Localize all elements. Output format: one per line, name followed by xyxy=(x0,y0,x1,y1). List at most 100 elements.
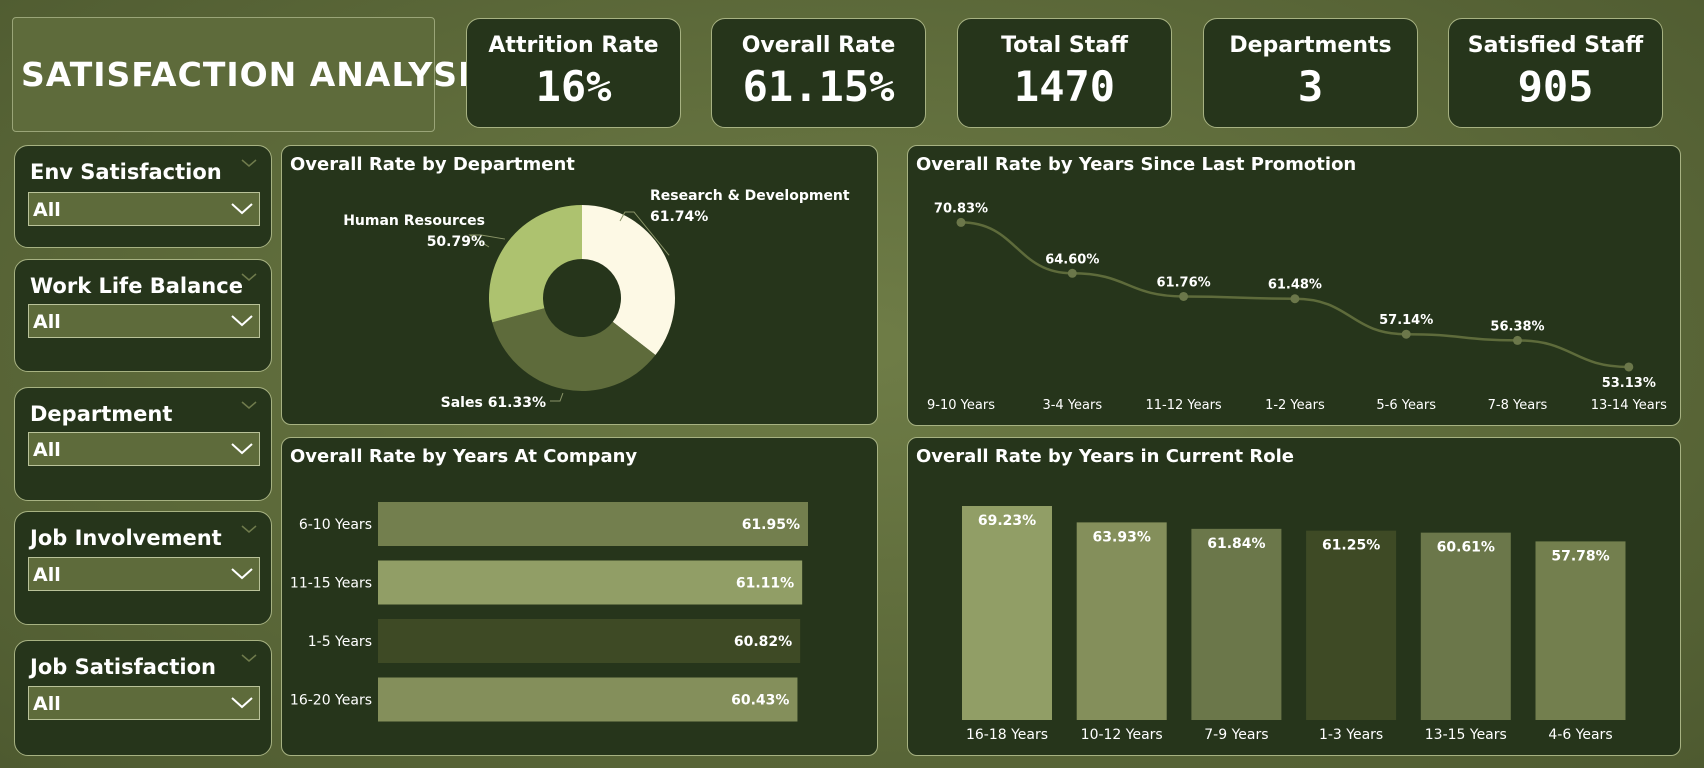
donut-value-label: 50.79% xyxy=(427,234,485,250)
slicer-job-involvement: Job Involvement All xyxy=(14,511,272,625)
hbar-data-label: 60.82% xyxy=(734,634,792,650)
line-point[interactable] xyxy=(1290,294,1300,304)
vbar[interactable] xyxy=(1306,530,1397,720)
chevron-down-icon[interactable] xyxy=(241,524,257,534)
leader-line xyxy=(550,392,564,402)
slicer-selected-value: All xyxy=(33,199,61,221)
slicer-dropdown[interactable]: All xyxy=(28,304,260,338)
line-data-label: 61.48% xyxy=(1268,278,1322,293)
kpi-card-attrition-rate: Attrition Rate 16% xyxy=(466,18,681,128)
dashboard-title: SATISFACTION ANALYSIS xyxy=(21,55,497,94)
line-data-label: 70.83% xyxy=(934,201,988,216)
slicer-selected-value: All xyxy=(33,439,61,461)
y-tick-label: 6-10 Years xyxy=(299,517,372,533)
vbar[interactable] xyxy=(962,506,1052,720)
chevron-down-icon[interactable] xyxy=(241,400,257,410)
donut-value-label: 61.74% xyxy=(650,209,708,225)
vbar-data-label: 63.93% xyxy=(1093,529,1151,545)
x-tick-label: 13-15 Years xyxy=(1425,727,1507,743)
vbar-data-label: 69.23% xyxy=(978,513,1036,529)
kpi-label: Overall Rate xyxy=(741,33,896,58)
chevron-down-icon xyxy=(231,443,253,455)
line-data-label: 56.38% xyxy=(1490,319,1544,334)
slicer-title: Env Satisfaction xyxy=(30,160,222,184)
kpi-label: Attrition Rate xyxy=(488,33,659,58)
slicer-title: Job Satisfaction xyxy=(30,655,216,679)
chart-panel-department: Overall Rate by Department Research & De… xyxy=(281,145,878,425)
kpi-card-total-staff: Total Staff 1470 xyxy=(957,18,1172,128)
slicer-selected-value: All xyxy=(33,693,61,715)
slicer-selected-value: All xyxy=(33,311,61,333)
kpi-label: Departments xyxy=(1229,33,1392,58)
x-tick-label: 16-18 Years xyxy=(966,727,1048,743)
line-point[interactable] xyxy=(1401,329,1411,339)
kpi-card-satisfied-staff: Satisfied Staff 905 xyxy=(1448,18,1663,128)
line-point[interactable] xyxy=(1067,268,1077,278)
chevron-down-icon xyxy=(231,697,253,709)
vbar-data-label: 60.61% xyxy=(1437,540,1495,556)
line-point[interactable] xyxy=(1179,291,1189,301)
donut-slice[interactable] xyxy=(489,205,582,323)
slicer-dropdown[interactable]: All xyxy=(28,192,260,226)
line-point[interactable] xyxy=(1624,362,1634,372)
slicer-job-satisfaction: Job Satisfaction All xyxy=(14,640,272,756)
chart-panel-promotion: Overall Rate by Years Since Last Promoti… xyxy=(907,145,1681,426)
slicer-dropdown[interactable]: All xyxy=(28,686,260,720)
line-point[interactable] xyxy=(956,217,966,227)
y-tick-label: 16-20 Years xyxy=(290,693,372,709)
x-tick-label: 13-14 Years xyxy=(1591,398,1667,413)
chevron-down-icon xyxy=(231,568,253,580)
chevron-down-icon[interactable] xyxy=(241,158,257,168)
vbar-data-label: 57.78% xyxy=(1551,548,1609,564)
vertical-bar-chart: 69.23% 16-18 Years 63.93% 10-12 Years 61.84%… xyxy=(962,506,1626,743)
donut-slice[interactable] xyxy=(582,205,675,356)
kpi-card-departments: Departments 3 xyxy=(1203,18,1418,128)
hbar-data-label: 61.11% xyxy=(736,576,794,592)
vbar[interactable] xyxy=(1076,522,1167,720)
slicer-department: Department All xyxy=(14,387,272,501)
line-point[interactable] xyxy=(1513,335,1522,345)
donut-category-label: Human Resources xyxy=(343,213,485,229)
slicer-title: Job Involvement xyxy=(30,526,222,550)
x-tick-label: 3-4 Years xyxy=(1042,398,1102,413)
x-tick-label: 5-6 Years xyxy=(1376,398,1436,413)
x-tick-label: 11-12 Years xyxy=(1145,398,1221,413)
chart-panel-years-at-company: Overall Rate by Years At Company 61.95% 6… xyxy=(281,437,878,756)
slicer-dropdown[interactable]: All xyxy=(28,432,260,466)
line-chart: 70.83% 9-10 Years 64.60% 3-4 Years 61.76% 11-… xyxy=(927,201,1667,413)
x-tick-label: 1-2 Years xyxy=(1265,398,1325,413)
x-tick-label: 1-3 Years xyxy=(1319,727,1383,743)
chevron-down-icon xyxy=(231,315,253,327)
donut-data-label: Sales 61.33% xyxy=(441,395,546,411)
slicer-dropdown[interactable]: All xyxy=(28,557,260,591)
line-data-label: 64.60% xyxy=(1045,252,1099,267)
kpi-value: 3 xyxy=(1297,62,1324,111)
chevron-down-icon[interactable] xyxy=(241,272,257,282)
line-data-label: 53.13% xyxy=(1602,376,1656,391)
vbar[interactable] xyxy=(1420,532,1511,720)
vbar-data-label: 61.25% xyxy=(1322,538,1380,554)
y-tick-label: 11-15 Years xyxy=(290,576,372,592)
chevron-down-icon[interactable] xyxy=(241,653,257,663)
x-tick-label: 10-12 Years xyxy=(1081,727,1163,743)
x-tick-label: 7-9 Years xyxy=(1204,727,1268,743)
x-tick-label: 4-6 Years xyxy=(1548,727,1612,743)
line-data-label: 57.14% xyxy=(1379,313,1433,328)
kpi-label: Satisfied Staff xyxy=(1467,33,1644,58)
kpi-label: Total Staff xyxy=(1001,33,1128,58)
vbar[interactable] xyxy=(1191,528,1282,720)
slicer-title: Work Life Balance xyxy=(30,274,243,298)
vbar[interactable] xyxy=(1535,541,1626,720)
line-data-label: 61.76% xyxy=(1157,275,1211,290)
donut-chart: Research & Development 61.74% Sales 61.33%… xyxy=(343,188,850,411)
slicer-title: Department xyxy=(30,402,173,426)
x-tick-label: 9-10 Years xyxy=(927,398,995,413)
kpi-card-overall-rate: Overall Rate 61.15% xyxy=(711,18,926,128)
x-tick-label: 7-8 Years xyxy=(1488,398,1548,413)
slicer-selected-value: All xyxy=(33,564,61,586)
slicer-env-satisfaction: Env Satisfaction All xyxy=(14,145,272,248)
kpi-value: 905 xyxy=(1517,62,1594,111)
kpi-value: 1470 xyxy=(1013,62,1116,111)
vbar-data-label: 61.84% xyxy=(1207,536,1265,552)
y-tick-label: 1-5 Years xyxy=(308,634,372,650)
